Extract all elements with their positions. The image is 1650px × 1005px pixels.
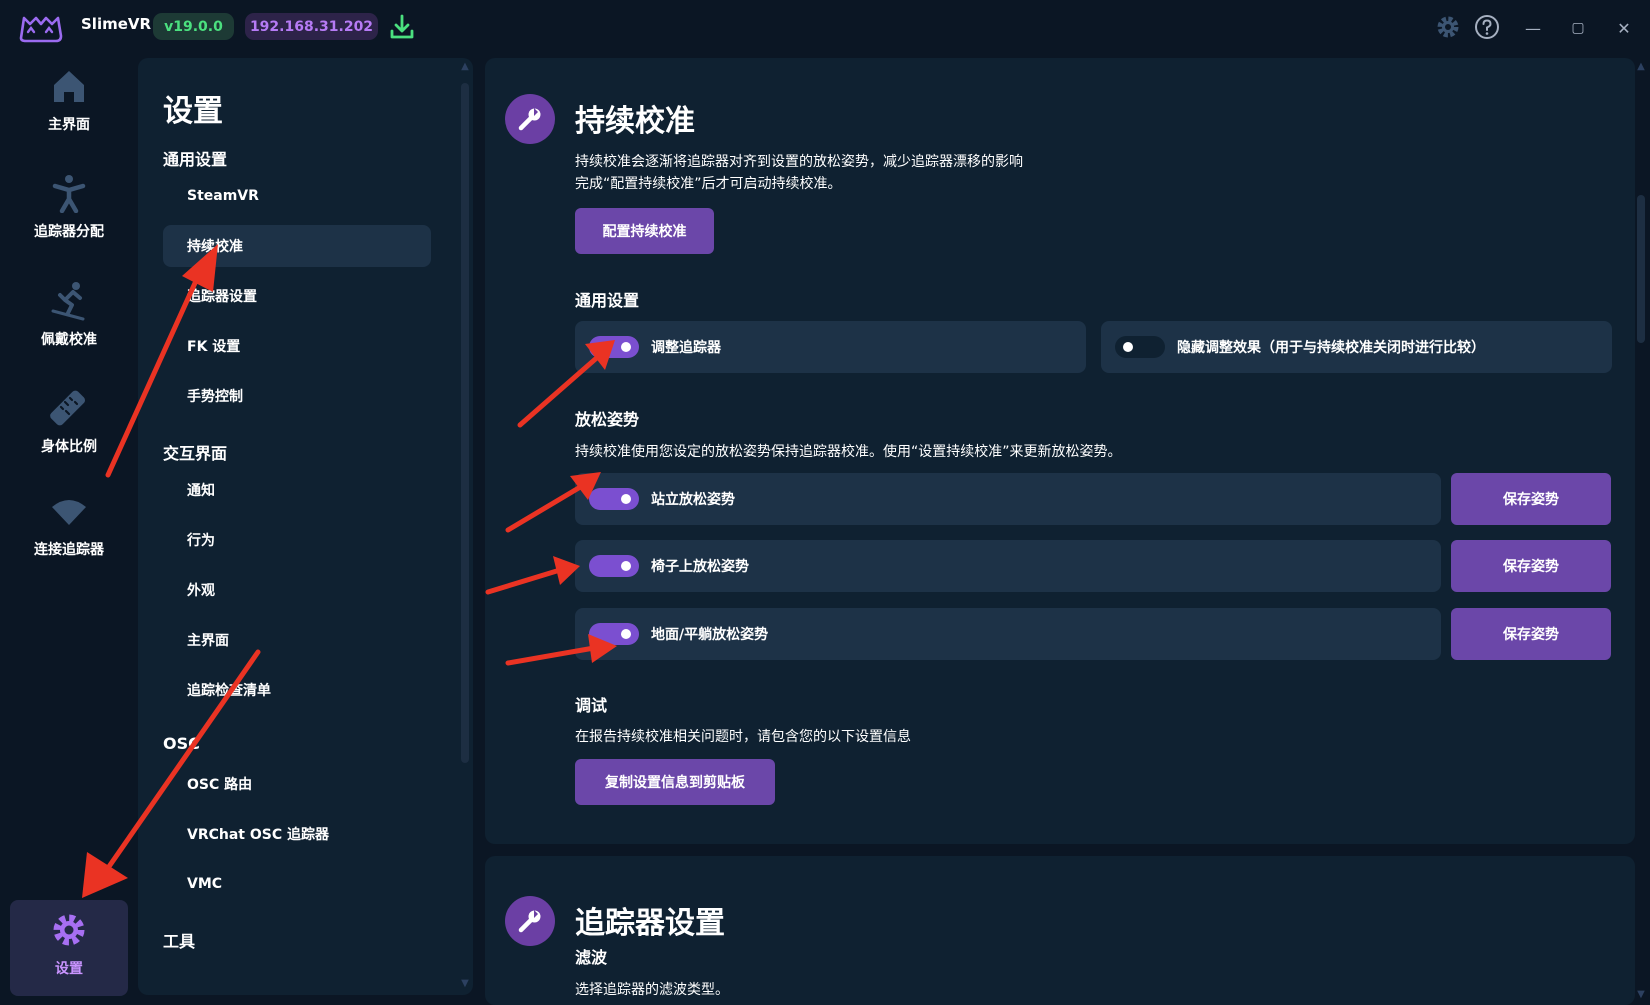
skier-icon — [51, 282, 85, 321]
toggle-row-lying-pose[interactable]: 地面/平躺放松姿势 — [575, 608, 1441, 660]
minimize-icon[interactable]: — — [1518, 14, 1548, 42]
nav-item-tracker-assignment[interactable]: 追踪器分配 — [10, 163, 128, 263]
download-icon[interactable] — [388, 13, 416, 41]
standing-pose-toggle[interactable] — [589, 488, 639, 510]
nav-label: 追踪器分配 — [34, 224, 104, 240]
nav-item-body-proportions[interactable]: 身体比例 — [10, 378, 128, 478]
card-title: 追踪器设置 — [575, 906, 725, 941]
hide-adjustment-toggle[interactable] — [1115, 336, 1165, 358]
menu-item-gesture-control[interactable]: 手势控制 — [163, 375, 431, 417]
tracker-settings-card: 追踪器设置 滤波 选择追踪器的滤波类型。 — [485, 856, 1635, 1005]
save-standing-pose-button[interactable]: 保存姿势 — [1451, 473, 1611, 525]
debug-heading: 调试 — [575, 696, 608, 715]
nav-label: 佩戴校准 — [41, 332, 97, 348]
toggle-row-sitting-pose[interactable]: 椅子上放松姿势 — [575, 540, 1441, 592]
title-bar: SlimeVR v19.0.0 192.168.31.202 — ▢ ✕ — [0, 0, 1650, 56]
wrench-icon — [505, 896, 555, 946]
menu-section-osc: OSC — [163, 734, 200, 753]
save-sitting-pose-button[interactable]: 保存姿势 — [1451, 540, 1611, 592]
menu-item-appearance[interactable]: 外观 — [163, 569, 431, 611]
toggle-row-standing-pose[interactable]: 站立放松姿势 — [575, 473, 1441, 525]
main-scroll-up-icon[interactable]: ▲ — [1635, 62, 1647, 72]
copy-settings-button[interactable]: 复制设置信息到剪贴板 — [575, 759, 775, 805]
menu-section-tools: 工具 — [163, 932, 196, 951]
filter-description: 选择追踪器的滤波类型。 — [575, 982, 729, 998]
lying-pose-toggle[interactable] — [589, 623, 639, 645]
menu-scroll-down-icon[interactable]: ▼ — [459, 979, 471, 989]
sitting-pose-toggle[interactable] — [589, 555, 639, 577]
main-scrollbar[interactable] — [1637, 195, 1645, 343]
toggle-row-adjust-trackers[interactable]: 调整追踪器 — [575, 321, 1086, 373]
menu-item-steamvr[interactable]: SteamVR — [163, 175, 431, 217]
toggle-row-hide-adjustment[interactable]: 隐藏调整效果（用于与持续校准关闭时进行比较） — [1101, 321, 1612, 373]
menu-item-behavior[interactable]: 行为 — [163, 519, 431, 561]
relaxed-pose-description: 持续校准使用您设定的放松姿势保持追踪器校准。使用“设置持续校准”来更新放松姿势。 — [575, 444, 1122, 460]
description-text: 完成“配置持续校准”后才可启动持续校准。 — [575, 176, 842, 192]
toggle-label: 地面/平躺放松姿势 — [651, 627, 769, 643]
slimevr-logo-icon — [19, 16, 63, 43]
menu-section-interface: 交互界面 — [163, 444, 228, 463]
ruler-icon — [50, 390, 86, 426]
ip-address-badge[interactable]: 192.168.31.202 — [245, 13, 378, 40]
app-name: SlimeVR — [81, 15, 152, 33]
version-badge[interactable]: v19.0.0 — [153, 13, 234, 40]
home-icon — [54, 71, 84, 102]
toggle-label: 隐藏调整效果（用于与持续校准关闭时进行比较） — [1177, 340, 1485, 356]
menu-item-osc-router[interactable]: OSC 路由 — [163, 763, 431, 805]
relaxed-pose-heading: 放松姿势 — [575, 410, 640, 429]
main-scroll-down-icon[interactable]: ▼ — [1635, 990, 1647, 1000]
menu-section-general: 通用设置 — [163, 150, 228, 169]
settings-menu: 设置 通用设置 SteamVR 持续校准 追踪器设置 FK 设置 手势控制 交互… — [138, 58, 473, 995]
toggle-label: 调整追踪器 — [651, 340, 721, 356]
configure-calibration-button[interactable]: 配置持续校准 — [575, 208, 714, 254]
toggle-label: 站立放松姿势 — [651, 492, 735, 508]
filter-heading: 滤波 — [575, 948, 608, 967]
wrench-icon — [505, 94, 555, 144]
menu-title: 设置 — [163, 94, 223, 129]
debug-description: 在报告持续校准相关问题时，请包含您的以下设置信息 — [575, 729, 911, 745]
toggle-label: 椅子上放松姿势 — [651, 559, 749, 575]
save-lying-pose-button[interactable]: 保存姿势 — [1451, 608, 1611, 660]
nav-label: 身体比例 — [41, 439, 97, 455]
menu-scroll-up-icon[interactable]: ▲ — [459, 62, 471, 72]
menu-item-tracking-checklist[interactable]: 追踪检查清单 — [163, 669, 431, 711]
card-title: 持续校准 — [575, 104, 695, 139]
nav-label: 连接追踪器 — [34, 542, 104, 558]
left-navigation: 主界面 追踪器分配 佩戴校准 身体比例 连接追踪器 设置 — [0, 56, 135, 1005]
menu-scrollbar[interactable] — [461, 83, 469, 763]
menu-item-tracker-settings[interactable]: 追踪器设置 — [163, 275, 431, 317]
gear-icon[interactable] — [1434, 13, 1462, 41]
menu-item-notifications[interactable]: 通知 — [163, 469, 431, 511]
person-icon — [52, 175, 86, 213]
menu-item-continuous-calibration[interactable]: 持续校准 — [163, 225, 431, 267]
nav-item-settings[interactable]: 设置 — [10, 900, 128, 996]
gear-icon — [53, 914, 85, 946]
nav-label: 设置 — [55, 961, 83, 977]
nav-item-connect-trackers[interactable]: 连接追踪器 — [10, 481, 128, 581]
adjust-trackers-toggle[interactable] — [589, 336, 639, 358]
close-icon[interactable]: ✕ — [1609, 14, 1639, 42]
help-icon[interactable] — [1473, 13, 1501, 41]
menu-item-vmc[interactable]: VMC — [163, 863, 431, 905]
continuous-calibration-card: 持续校准 持续校准会逐渐将追踪器对齐到设置的放松姿势，减少追踪器漂移的影响 完成… — [485, 58, 1635, 844]
maximize-icon[interactable]: ▢ — [1563, 14, 1593, 42]
nav-item-mounting-calibration[interactable]: 佩戴校准 — [10, 271, 128, 371]
description-text: 持续校准会逐渐将追踪器对齐到设置的放松姿势，减少追踪器漂移的影响 — [575, 154, 1023, 170]
nav-item-home[interactable]: 主界面 — [10, 56, 128, 156]
menu-item-vrchat-osc-trackers[interactable]: VRChat OSC 追踪器 — [163, 813, 431, 855]
menu-item-fk-settings[interactable]: FK 设置 — [163, 325, 431, 367]
wifi-icon — [52, 500, 86, 525]
general-settings-heading: 通用设置 — [575, 291, 640, 310]
menu-item-home[interactable]: 主界面 — [163, 619, 431, 661]
nav-label: 主界面 — [48, 117, 90, 133]
